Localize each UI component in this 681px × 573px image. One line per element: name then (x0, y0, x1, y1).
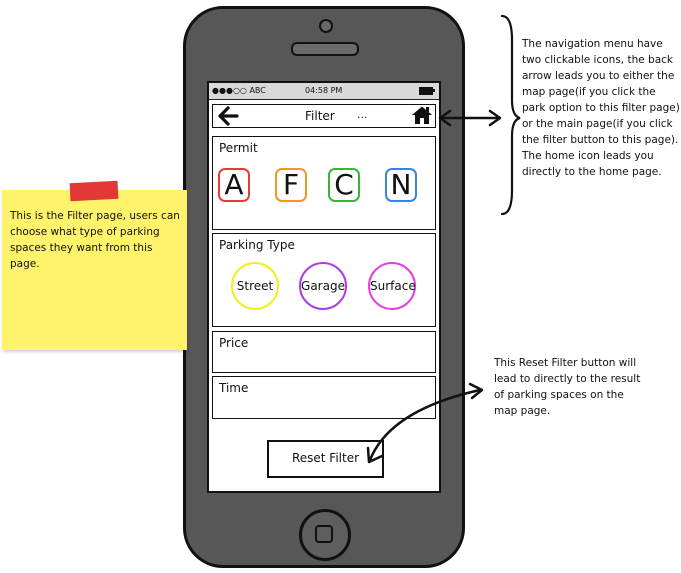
permit-a-letter: A (224, 168, 244, 201)
title-ellipsis: ... (357, 108, 368, 121)
navigation-bar: Filter ... (212, 104, 436, 128)
earpiece-speaker (291, 42, 359, 56)
front-camera (319, 19, 333, 33)
sticky-note: This is the Filter page, users can choos… (2, 180, 187, 350)
battery-tip (433, 89, 435, 92)
permit-label: Permit (219, 141, 258, 155)
back-arrow-icon[interactable] (217, 106, 239, 126)
time-label: Time (219, 381, 249, 395)
street-label: Street (236, 279, 274, 293)
price-label: Price (219, 336, 249, 350)
reset-filter-button[interactable]: Reset Filter (267, 440, 384, 478)
battery-icon (419, 87, 433, 95)
price-section[interactable]: Price (212, 331, 436, 373)
sticky-note-text: This is the Filter page, users can choos… (10, 210, 180, 270)
navigation-annotation: The navigation menu have two clickable i… (522, 38, 680, 178)
home-button-square-icon (315, 525, 333, 543)
page-title: Filter (305, 109, 335, 123)
garage-label: Garage (301, 279, 345, 293)
permit-n-letter: N (390, 168, 412, 201)
permit-f-button[interactable]: F (275, 168, 307, 202)
status-time: 04:58 PM (305, 86, 343, 95)
curly-brace (500, 14, 521, 216)
permit-a-button[interactable]: A (218, 168, 250, 202)
home-icon[interactable] (411, 105, 433, 125)
reset-annotation: This Reset Filter button will lead to di… (494, 357, 641, 417)
garage-option[interactable]: Garage (299, 262, 347, 310)
status-bar: ●●●○○ ABC 04:58 PM (209, 83, 439, 100)
street-option[interactable]: Street (231, 262, 279, 310)
permit-c-letter: C (334, 168, 354, 201)
time-section[interactable]: Time (212, 376, 436, 419)
permit-f-letter: F (282, 168, 300, 201)
permit-section: Permit A F C N (212, 136, 436, 230)
sticky-tape (69, 180, 119, 202)
phone-home-button[interactable] (299, 509, 351, 561)
status-carrier: ●●●○○ ABC (212, 86, 266, 95)
surface-label: Surface (370, 279, 416, 293)
surface-option[interactable]: Surface (368, 262, 416, 310)
permit-n-button[interactable]: N (385, 168, 417, 202)
parking-type-label: Parking Type (219, 238, 295, 252)
permit-c-button[interactable]: C (328, 168, 360, 202)
parking-type-section: Parking Type Street Garage Surface (212, 233, 436, 327)
phone-screen: ●●●○○ ABC 04:58 PM Filter ... Permit A F… (207, 81, 441, 493)
